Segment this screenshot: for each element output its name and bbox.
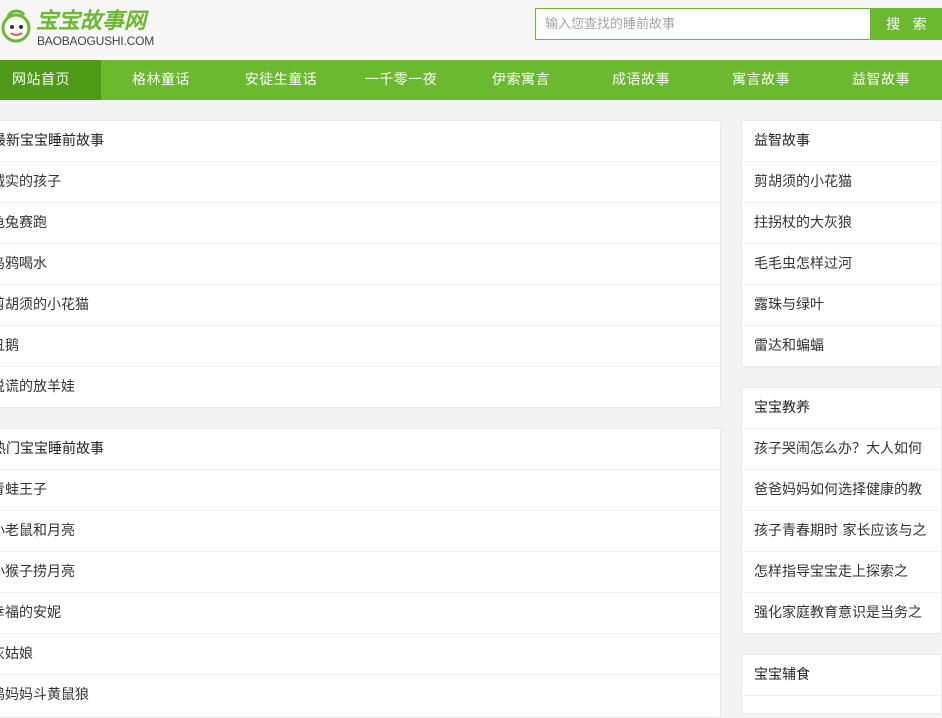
list-item[interactable]: 孩子哭闹怎么办？大人如何	[742, 429, 941, 470]
list-item[interactable]: 毛毛虫怎样过河	[742, 244, 941, 285]
list-item[interactable]: 剪胡须的小花猫	[742, 162, 941, 203]
list-item[interactable]: 拄拐杖的大灰狼	[742, 203, 941, 244]
sidebar-puzzle-stories-title[interactable]: 益智故事	[742, 121, 941, 162]
latest-stories-panel: 最新宝宝睡前故事 诚实的孩子 龟兔赛跑 乌鸦喝水 剪胡须的小花猫 丑鹅 说谎的放…	[0, 120, 721, 408]
sidebar-baby-food-title[interactable]: 宝宝辅食	[742, 655, 941, 696]
nav-item-grimm[interactable]: 格林童话	[101, 60, 221, 100]
popular-stories-title: 热门宝宝睡前故事	[0, 429, 720, 470]
list-item[interactable]: 青蛙王子	[0, 470, 720, 511]
list-item[interactable]: 小老鼠和月亮	[0, 511, 720, 552]
list-item[interactable]: 雷达和蝙蝠	[742, 326, 941, 366]
sidebar-parenting-title[interactable]: 宝宝教养	[742, 388, 941, 429]
list-item[interactable]: 露珠与绿叶	[742, 285, 941, 326]
list-item[interactable]: 诚实的孩子	[0, 162, 720, 203]
list-item[interactable]: 幸福的安妮	[0, 593, 720, 634]
list-item[interactable]: 剪胡须的小花猫	[0, 285, 720, 326]
search-button[interactable]: 搜 索	[871, 8, 942, 40]
list-item[interactable]: 爸爸妈妈如何选择健康的教	[742, 470, 941, 511]
main-nav: 网站首页 格林童话 安徒生童话 一千零一夜 伊索寓言 成语故事 寓言故事 益智故…	[0, 60, 942, 100]
list-item[interactable]: 灰姑娘	[0, 634, 720, 675]
list-item[interactable]: 小猴子捞月亮	[0, 552, 720, 593]
nav-item-puzzle-stories[interactable]: 益智故事	[821, 60, 941, 100]
list-item[interactable]: 孩子青春期时 家长应该与之	[742, 511, 941, 552]
nav-item-arabian-nights[interactable]: 一千零一夜	[341, 60, 461, 100]
baby-face-logo-icon	[1, 9, 31, 43]
list-item[interactable]: 丑鹅	[0, 326, 720, 367]
list-item[interactable]: 说谎的放羊娃	[0, 367, 720, 407]
latest-stories-title: 最新宝宝睡前故事	[0, 121, 720, 162]
sidebar-puzzle-stories-panel: 益智故事 剪胡须的小花猫 拄拐杖的大灰狼 毛毛虫怎样过河 露珠与绿叶 雷达和蝙蝠	[741, 120, 942, 367]
popular-stories-panel: 热门宝宝睡前故事 青蛙王子 小老鼠和月亮 小猴子捞月亮 幸福的安妮 灰姑娘 鸡妈…	[0, 428, 721, 718]
nav-item-aesop[interactable]: 伊索寓言	[461, 60, 581, 100]
nav-item-home[interactable]: 网站首页	[0, 60, 101, 100]
list-item[interactable]: 怎样指导宝宝走上探索之	[742, 552, 941, 593]
site-logo[interactable]: 宝宝故事网 BAOBAOGUSHI.COM	[0, 6, 160, 48]
sidebar-parenting-panel: 宝宝教养 孩子哭闹怎么办？大人如何 爸爸妈妈如何选择健康的教 孩子青春期时 家长…	[741, 387, 942, 634]
nav-item-andersen[interactable]: 安徒生童话	[221, 60, 341, 100]
logo-chinese-text: 宝宝故事网	[36, 9, 147, 34]
search-input[interactable]	[535, 8, 871, 40]
list-item[interactable]: 鸡妈妈斗黄鼠狼	[0, 675, 720, 716]
list-item[interactable]: 强化家庭教育意识是当务之	[742, 593, 941, 633]
sidebar-baby-food-panel: 宝宝辅食	[741, 654, 942, 714]
list-item[interactable]: 乌鸦喝水	[0, 244, 720, 285]
nav-item-idiom-stories[interactable]: 成语故事	[581, 60, 701, 100]
logo-english-text: BAOBAOGUSHI.COM	[37, 34, 155, 48]
list-item[interactable]: 龟兔赛跑	[0, 203, 720, 244]
nav-item-fables[interactable]: 寓言故事	[701, 60, 821, 100]
site-header: 宝宝故事网 BAOBAOGUSHI.COM 搜 索	[0, 0, 942, 60]
